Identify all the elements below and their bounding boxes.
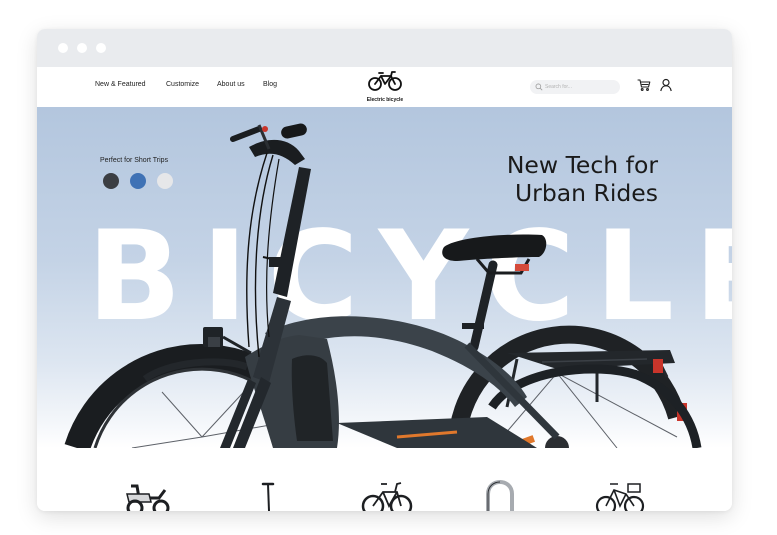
- search-icon: [535, 83, 543, 91]
- nav-link-new-featured[interactable]: New & Featured: [95, 81, 146, 88]
- cart-icon[interactable]: [637, 78, 651, 92]
- site-logo[interactable]: Electric bicycle: [359, 70, 411, 104]
- search-box[interactable]: [530, 80, 620, 94]
- hero-banner: BICYCLE Perfect for Short Trips New Tech…: [37, 107, 732, 448]
- search-input[interactable]: [545, 80, 617, 94]
- product-scooter-thumbnail[interactable]: [117, 480, 177, 511]
- browser-window: New & Featured Customize About us Blog E…: [37, 29, 732, 511]
- product-city-bike-thumbnail[interactable]: [590, 480, 650, 511]
- window-titlebar: [37, 29, 732, 67]
- product-bike-lock-thumbnail[interactable]: [470, 480, 530, 511]
- site-navbar: New & Featured Customize About us Blog E…: [37, 67, 732, 107]
- user-icon[interactable]: [659, 78, 673, 92]
- product-kick-scooter-thumbnail[interactable]: [239, 480, 299, 511]
- nav-link-blog[interactable]: Blog: [263, 81, 277, 88]
- window-dot-minimize[interactable]: [77, 43, 87, 53]
- logo-text: Electric bicycle: [366, 97, 404, 103]
- bicycle-logo-icon: [368, 71, 402, 91]
- nav-link-about-us[interactable]: About us: [217, 81, 245, 88]
- nav-link-customize[interactable]: Customize: [166, 81, 199, 88]
- product-mountain-bike-thumbnail[interactable]: [357, 480, 417, 511]
- window-dot-close[interactable]: [58, 43, 68, 53]
- window-dot-maximize[interactable]: [96, 43, 106, 53]
- product-category-row: [37, 448, 732, 511]
- hero-bicycle-image: [64, 123, 702, 448]
